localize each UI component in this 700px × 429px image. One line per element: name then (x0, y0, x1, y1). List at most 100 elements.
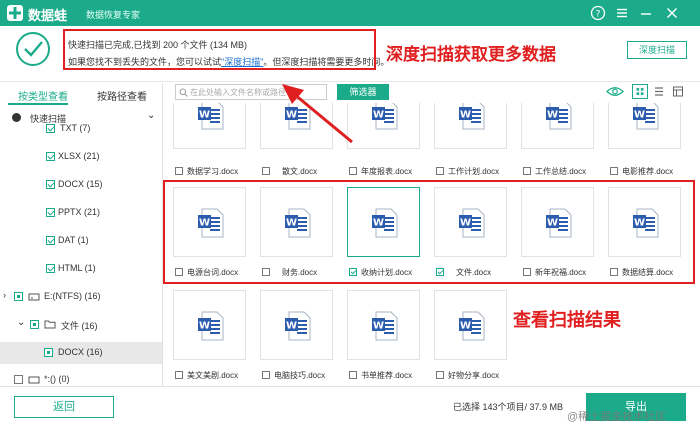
file-name: 书单推荐.docx (361, 371, 413, 380)
svg-text:W: W (373, 110, 384, 121)
checkbox[interactable] (46, 152, 55, 161)
tree-item-label: DOCX (16) (58, 347, 103, 357)
chevron-down-icon: ⌄ (17, 317, 26, 328)
file-checkbox[interactable] (610, 167, 618, 175)
active-tab-indicator (8, 103, 68, 105)
svg-text:W: W (199, 110, 210, 121)
file-name: 数据学习.docx (187, 167, 239, 176)
checkbox[interactable] (14, 292, 23, 301)
tab-by-type[interactable]: 按类型查看 (18, 88, 68, 103)
annotation-deep-scan: 深度扫描获取更多数据 (386, 45, 556, 65)
tree-item-docx-selected[interactable]: DOCX (16) (0, 342, 162, 364)
minimize-icon[interactable] (638, 5, 654, 21)
close-icon[interactable] (664, 5, 680, 21)
svg-text:W: W (460, 321, 471, 332)
checkbox[interactable] (30, 320, 39, 329)
annotation-box-results (163, 180, 695, 284)
chevron-right-icon: › (3, 290, 6, 300)
checkbox[interactable] (46, 264, 55, 273)
file-tile[interactable]: W (521, 103, 594, 149)
word-document-icon: W (198, 103, 224, 130)
word-document-icon: W (546, 103, 572, 130)
svg-text:W: W (199, 321, 210, 332)
file-checkbox[interactable] (436, 167, 444, 175)
checkbox[interactable] (14, 375, 23, 384)
eye-icon[interactable] (606, 84, 624, 99)
file-checkbox[interactable] (349, 371, 357, 379)
file-grid: W W W W W W 数据学习.docx 散文.docx 年度报表.docx … (163, 103, 700, 386)
scan-status-area: 快速扫描已完成,已找到 200 个文件 (134 MB) 如果您找不到丢失的文件… (0, 26, 700, 82)
svg-text:W: W (286, 321, 297, 332)
app-name: 数据蛙 (28, 8, 68, 23)
list-view-icon[interactable] (651, 84, 667, 99)
tree-item-xlsx[interactable]: XLSX (21) (0, 147, 162, 167)
selection-status: 已选择 143个项目/ 37.9 MB (453, 402, 564, 412)
footer-bar: 返回 已选择 143个项目/ 37.9 MB 导出 @稀土掘金技术社区 (0, 386, 700, 429)
tree-item-html[interactable]: HTML (1) (0, 259, 162, 279)
word-document-icon: W (459, 103, 485, 130)
file-checkbox[interactable] (262, 371, 270, 379)
file-tile[interactable]: W (173, 290, 246, 360)
tree-item-label: 文件 (16) (61, 321, 98, 331)
checkbox[interactable] (44, 348, 53, 357)
file-tile[interactable]: W (173, 103, 246, 149)
svg-text:W: W (460, 110, 471, 121)
file-tile[interactable]: W (434, 290, 507, 360)
file-tile[interactable]: W (608, 103, 681, 149)
file-tile[interactable]: W (260, 290, 333, 360)
help-icon[interactable]: ? (590, 5, 606, 21)
drive-icon (28, 293, 40, 301)
file-tile[interactable]: W (347, 290, 420, 360)
word-document-icon: W (633, 103, 659, 130)
file-checkbox[interactable] (523, 167, 531, 175)
tree-item-label: XLSX (21) (58, 151, 100, 161)
deep-scan-button[interactable]: 深度扫描 (627, 41, 687, 59)
svg-text:W: W (547, 110, 558, 121)
tree-item-docx[interactable]: DOCX (15) (0, 175, 162, 195)
svg-text:W: W (634, 110, 645, 121)
tree-item-folder[interactable]: ⌄ 文件 (16) (0, 315, 162, 335)
checkbox[interactable] (46, 180, 55, 189)
file-name: 好物分享.docx (448, 371, 500, 380)
tree-item-dat[interactable]: DAT (1) (0, 231, 162, 251)
svg-text:?: ? (596, 10, 601, 20)
file-name: 电脑技巧.docx (274, 371, 326, 380)
file-name: 散文.docx (282, 167, 318, 176)
word-document-icon: W (285, 311, 311, 341)
drive-icon (28, 376, 40, 384)
tree-item-label: TXT (7) (60, 123, 91, 133)
menu-icon[interactable] (614, 5, 630, 21)
tree-item-label: DOCX (15) (58, 179, 103, 189)
sidebar: 按类型查看 按路径查看 快速扫描 ⌄ TXT (7) XLSX (21) DOC… (0, 83, 163, 386)
tree-item-txt[interactable]: TXT (7) (0, 120, 162, 140)
file-checkbox[interactable] (175, 167, 183, 175)
file-name: 工作总结.docx (535, 167, 587, 176)
title-bar: 数据蛙 数据恢复专家 ? (0, 0, 700, 26)
file-checkbox[interactable] (436, 371, 444, 379)
file-tile[interactable]: W (434, 103, 507, 149)
file-checkbox[interactable] (349, 167, 357, 175)
file-name: 电影推荐.docx (622, 167, 674, 176)
tree-item-drive-e[interactable]: › E:(NTFS) (16) (0, 287, 162, 307)
file-checkbox[interactable] (175, 371, 183, 379)
detail-view-icon[interactable] (670, 84, 686, 99)
tree-item-label: *:() (0) (44, 374, 70, 384)
folder-icon (44, 320, 56, 329)
watermark: @稀土掘金技术社区 (567, 411, 667, 423)
annotation-arrow-icon (282, 84, 353, 144)
svg-text:W: W (373, 321, 384, 332)
tree-item-pptx[interactable]: PPTX (21) (0, 203, 162, 223)
app-subtitle: 数据恢复专家 (86, 10, 141, 20)
file-checkbox[interactable] (262, 167, 270, 175)
search-icon (179, 88, 188, 97)
file-name: 年度报表.docx (361, 167, 413, 176)
checkbox[interactable] (46, 208, 55, 217)
annotation-box-status (63, 29, 376, 70)
checkbox[interactable] (46, 124, 55, 133)
check-circle-icon (16, 32, 50, 66)
checkbox[interactable] (46, 236, 55, 245)
tab-by-path[interactable]: 按路径查看 (97, 88, 147, 103)
back-button[interactable]: 返回 (14, 396, 114, 418)
tree-item-label: E:(NTFS) (16) (44, 291, 101, 301)
grid-view-icon[interactable] (632, 84, 648, 99)
